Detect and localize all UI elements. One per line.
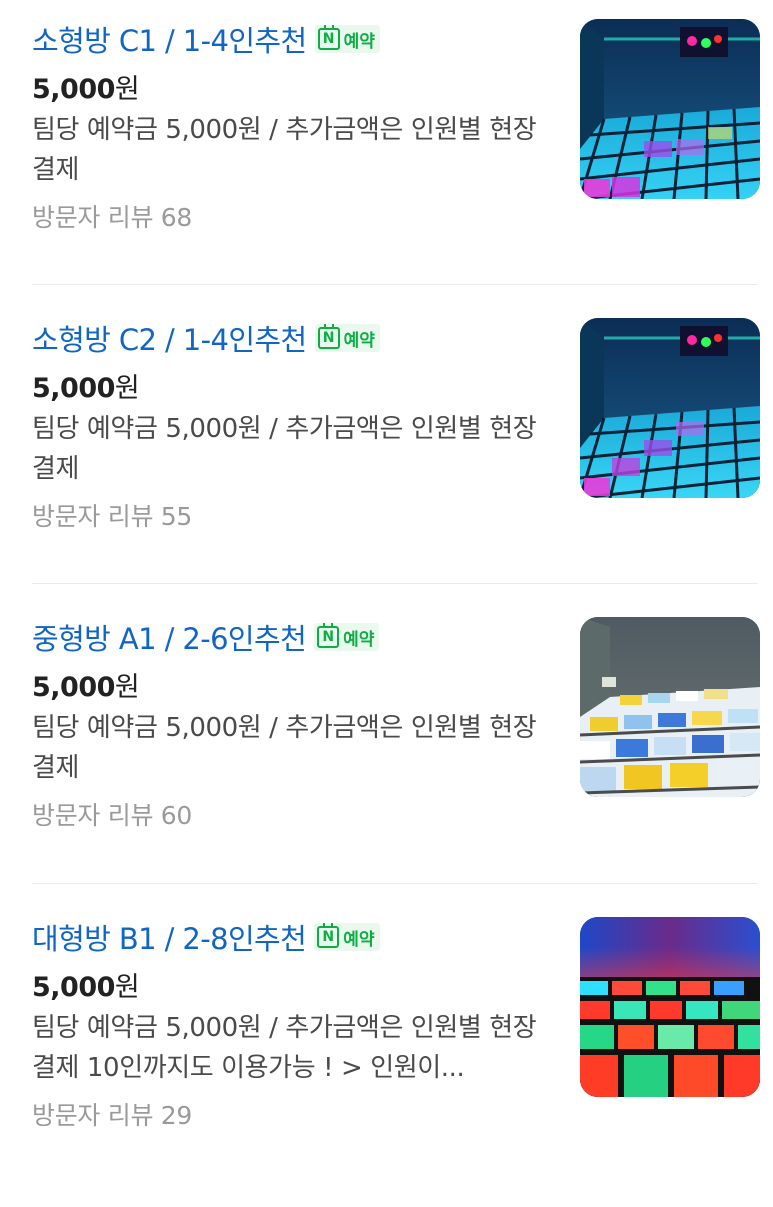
room-thumbnail[interactable]	[580, 19, 760, 199]
room-item-text: 대형방 B1 / 2-8인추천 N 예약 5,000원 팀당 예약금 5,000…	[32, 916, 552, 1132]
divider	[32, 284, 758, 285]
title-row: 대형방 B1 / 2-8인추천 N 예약	[32, 916, 552, 958]
room-title[interactable]: 중형방 A1 / 2-6인추천	[32, 616, 307, 658]
room-thumbnail[interactable]	[580, 917, 760, 1097]
room-list: 소형방 C1 / 1-4인추천 N 예약 5,000원 팀당 예약금 5,000…	[0, 0, 773, 1207]
room-thumbnail[interactable]	[580, 617, 760, 797]
booking-badge-label: 예약	[343, 629, 375, 650]
booking-badge-label: 예약	[343, 31, 375, 52]
price-unit: 원	[114, 972, 140, 1003]
room-item-text: 중형방 A1 / 2-6인추천 N 예약 5,000원 팀당 예약금 5,000…	[32, 616, 552, 832]
price: 5,000원	[32, 70, 552, 110]
room-item-b1[interactable]: 대형방 B1 / 2-8인추천 N 예약 5,000원 팀당 예약금 5,000…	[0, 898, 773, 1197]
booking-badge: N 예약	[314, 623, 380, 651]
room-item-c1[interactable]: 소형방 C1 / 1-4인추천 N 예약 5,000원 팀당 예약금 5,000…	[0, 0, 773, 299]
booking-badge: N 예약	[314, 324, 380, 352]
room-title[interactable]: 소형방 C2 / 1-4인추천	[32, 317, 307, 359]
price-number: 5,000	[32, 373, 115, 404]
title-row: 소형방 C1 / 1-4인추천 N 예약	[32, 18, 552, 60]
room-item-c2[interactable]: 소형방 C2 / 1-4인추천 N 예약 5,000원 팀당 예약금 5,000…	[0, 299, 773, 598]
price-unit: 원	[114, 74, 140, 105]
naver-booking-calendar-icon: N	[317, 923, 340, 948]
price: 5,000원	[32, 968, 552, 1008]
room-title[interactable]: 소형방 C1 / 1-4인추천	[32, 18, 307, 60]
room-title[interactable]: 대형방 B1 / 2-8인추천	[32, 916, 307, 958]
room-item-a1[interactable]: 중형방 A1 / 2-6인추천 N 예약 5,000원 팀당 예약금 5,000…	[0, 598, 773, 897]
room-description: 팀당 예약금 5,000원 / 추가금액은 인원별 현장결제	[32, 115, 537, 185]
price: 5,000원	[32, 369, 552, 409]
room-item-text: 소형방 C2 / 1-4인추천 N 예약 5,000원 팀당 예약금 5,000…	[32, 317, 552, 533]
visitor-reviews[interactable]: 방문자 리뷰 55	[32, 497, 552, 533]
divider	[32, 583, 758, 584]
naver-booking-calendar-icon: N	[317, 25, 340, 50]
title-row: 소형방 C2 / 1-4인추천 N 예약	[32, 317, 552, 359]
room-description: 팀당 예약금 5,000원 / 추가금액은 인원별 현장결제 10인까지도 이용…	[32, 1013, 537, 1083]
room-description: 팀당 예약금 5,000원 / 추가금액은 인원별 현장결제	[32, 713, 537, 783]
visitor-reviews[interactable]: 방문자 리뷰 68	[32, 198, 552, 234]
booking-badge: N 예약	[314, 923, 380, 951]
room-thumbnail[interactable]	[580, 318, 760, 498]
title-row: 중형방 A1 / 2-6인추천 N 예약	[32, 616, 552, 658]
naver-booking-calendar-icon: N	[317, 623, 340, 648]
divider	[32, 883, 758, 884]
room-description: 팀당 예약금 5,000원 / 추가금액은 인원별 현장결제	[32, 414, 537, 484]
visitor-reviews[interactable]: 방문자 리뷰 60	[32, 796, 552, 832]
price-unit: 원	[114, 672, 140, 703]
price-number: 5,000	[32, 672, 115, 703]
price-number: 5,000	[32, 972, 115, 1003]
visitor-reviews[interactable]: 방문자 리뷰 29	[32, 1096, 552, 1132]
booking-badge-label: 예약	[343, 330, 375, 351]
room-item-text: 소형방 C1 / 1-4인추천 N 예약 5,000원 팀당 예약금 5,000…	[32, 18, 552, 234]
naver-booking-calendar-icon: N	[317, 324, 340, 349]
price-number: 5,000	[32, 74, 115, 105]
booking-badge: N 예약	[314, 25, 380, 53]
price: 5,000원	[32, 668, 552, 708]
price-unit: 원	[114, 373, 140, 404]
booking-badge-label: 예약	[343, 929, 375, 950]
